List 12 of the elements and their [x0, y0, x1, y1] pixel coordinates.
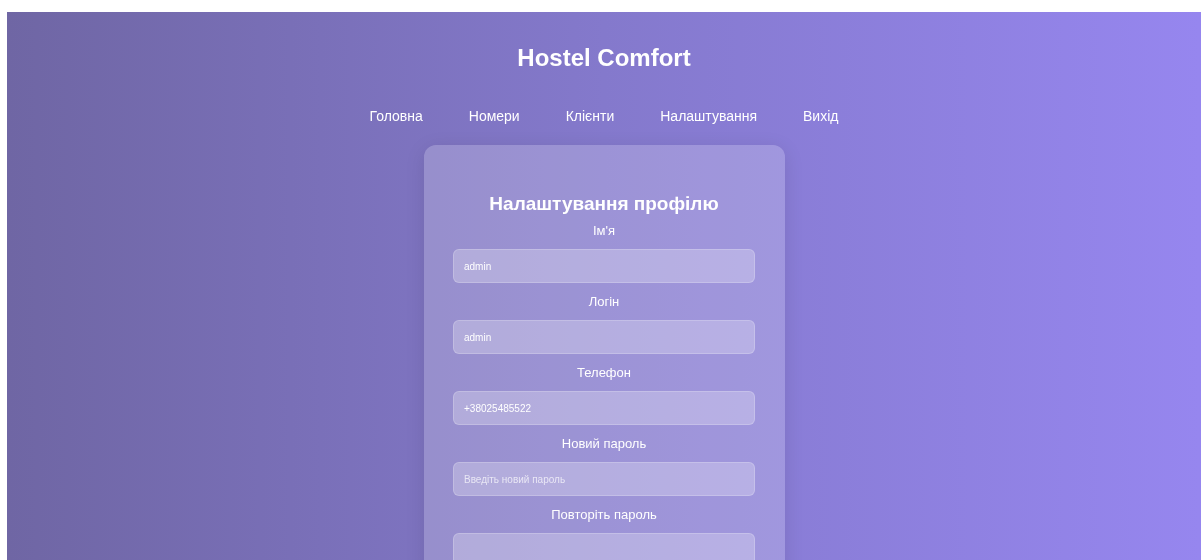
form-title: Налаштування профілю	[489, 193, 719, 215]
field-label: Логін	[588, 294, 620, 309]
field-label: Телефон	[577, 365, 631, 380]
field-label: Ім'я	[592, 223, 616, 238]
nav-link[interactable]: Клієнти	[565, 107, 615, 125]
nav-link[interactable]: Налаштування	[660, 107, 757, 125]
nav-link[interactable]: Номери	[468, 107, 520, 125]
nav-link[interactable]: Головна	[369, 107, 423, 125]
nav-link[interactable]: Вихід	[803, 107, 839, 125]
field-label: Новий пароль	[561, 436, 647, 451]
field-label: Повторіть пароль	[551, 507, 657, 522]
site-title: Hostel Comfort	[517, 44, 691, 72]
